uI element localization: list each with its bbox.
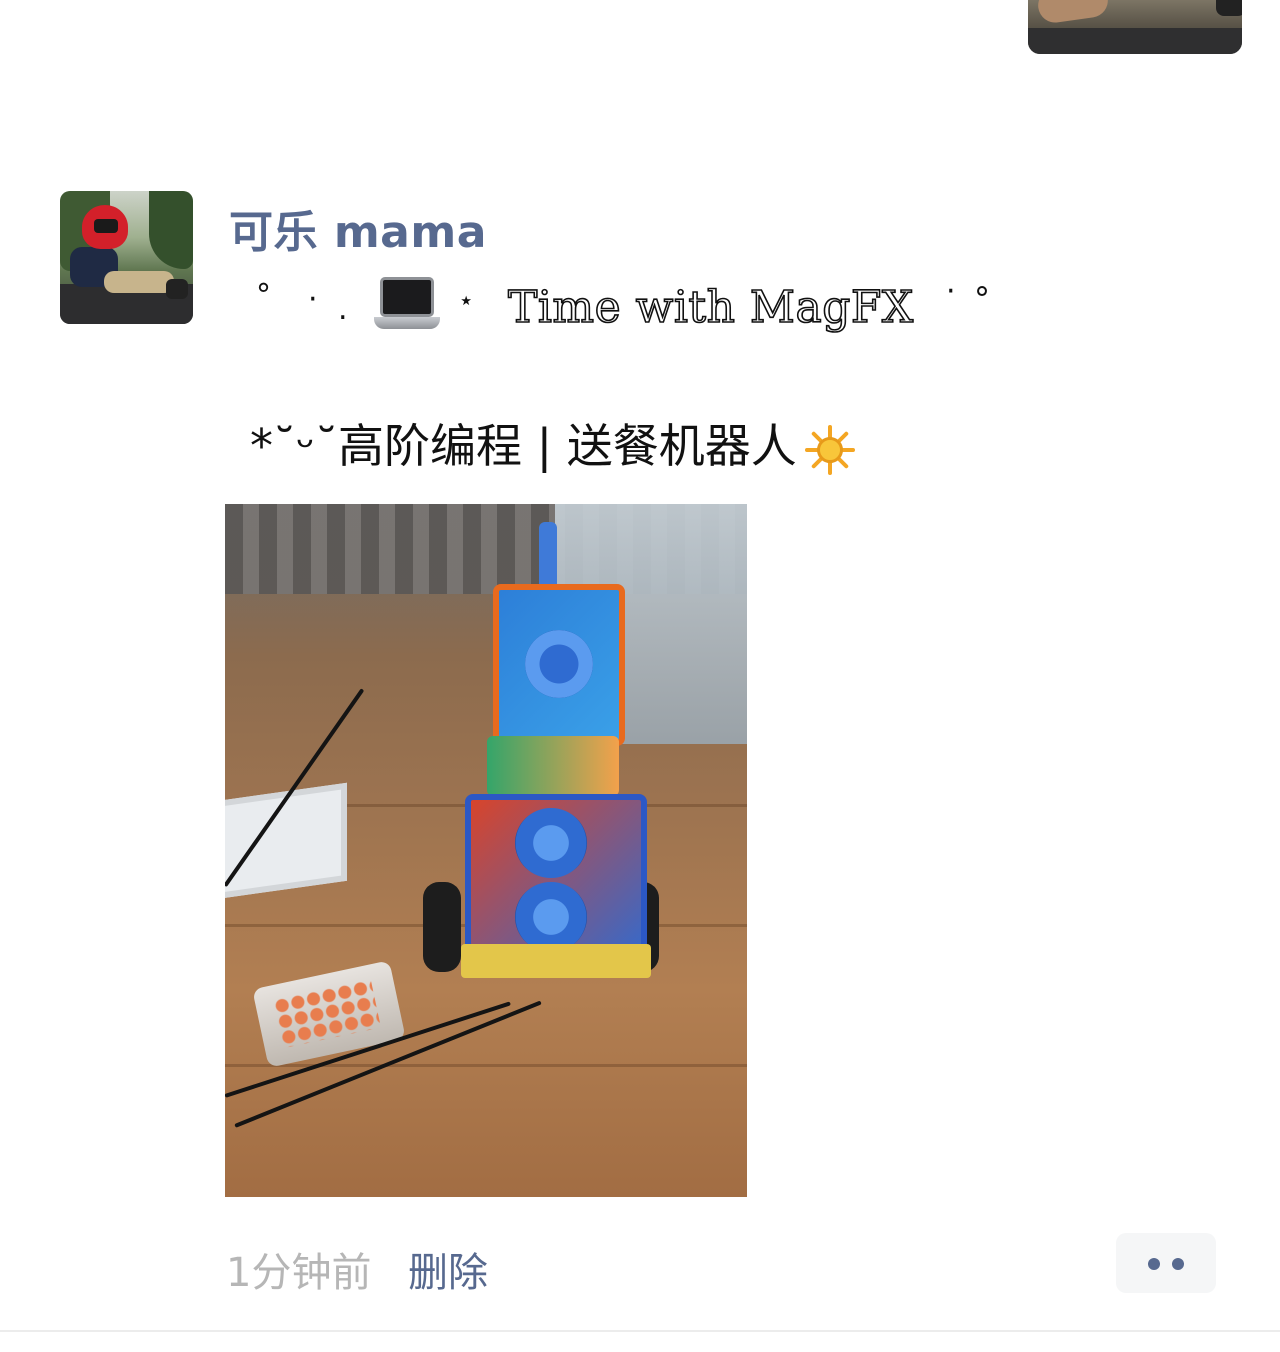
decoration: ⋆ [458, 286, 475, 316]
avatar-visor [94, 219, 118, 233]
controller-shape [252, 960, 406, 1068]
laptop-icon [374, 277, 440, 335]
avatar-shoe [166, 279, 188, 299]
robot-head [493, 584, 625, 746]
delete-link[interactable]: 删除 [408, 1240, 488, 1298]
decoration: · [946, 274, 956, 309]
post-subtitle-text: 高阶编程 | 送餐机器人 [338, 419, 797, 473]
ground-shape [1028, 28, 1242, 54]
username[interactable]: 可乐 mama [229, 196, 487, 260]
decoration: · [308, 282, 318, 317]
robot-neck [487, 736, 619, 796]
decoration: ° [974, 280, 990, 318]
avatar[interactable] [60, 191, 193, 324]
robot-antenna [539, 522, 557, 592]
avatar-shorts [104, 271, 174, 293]
leg-shape [1035, 0, 1111, 25]
decoration: ° [256, 278, 271, 313]
decoration: . [338, 292, 348, 327]
post-title-text: Time with MagFX [507, 281, 914, 334]
kaomoji-prefix: *˘ᵕ˘ [250, 419, 339, 473]
post-text-line2: *˘ᵕ˘高阶编程 | 送餐机器人 [250, 410, 855, 476]
more-dots-icon[interactable] [1116, 1233, 1216, 1293]
robot-wheel-left [423, 882, 461, 972]
post-photo[interactable] [225, 504, 747, 1197]
shoe-shape [1216, 0, 1242, 16]
floor-line [225, 1064, 747, 1067]
divider [0, 1330, 1280, 1332]
previous-post-image[interactable] [1028, 0, 1242, 54]
post-time: 1分钟前 [226, 1250, 372, 1296]
sun-icon [804, 424, 855, 475]
avatar-tree [149, 191, 193, 269]
robot-base [461, 944, 651, 978]
